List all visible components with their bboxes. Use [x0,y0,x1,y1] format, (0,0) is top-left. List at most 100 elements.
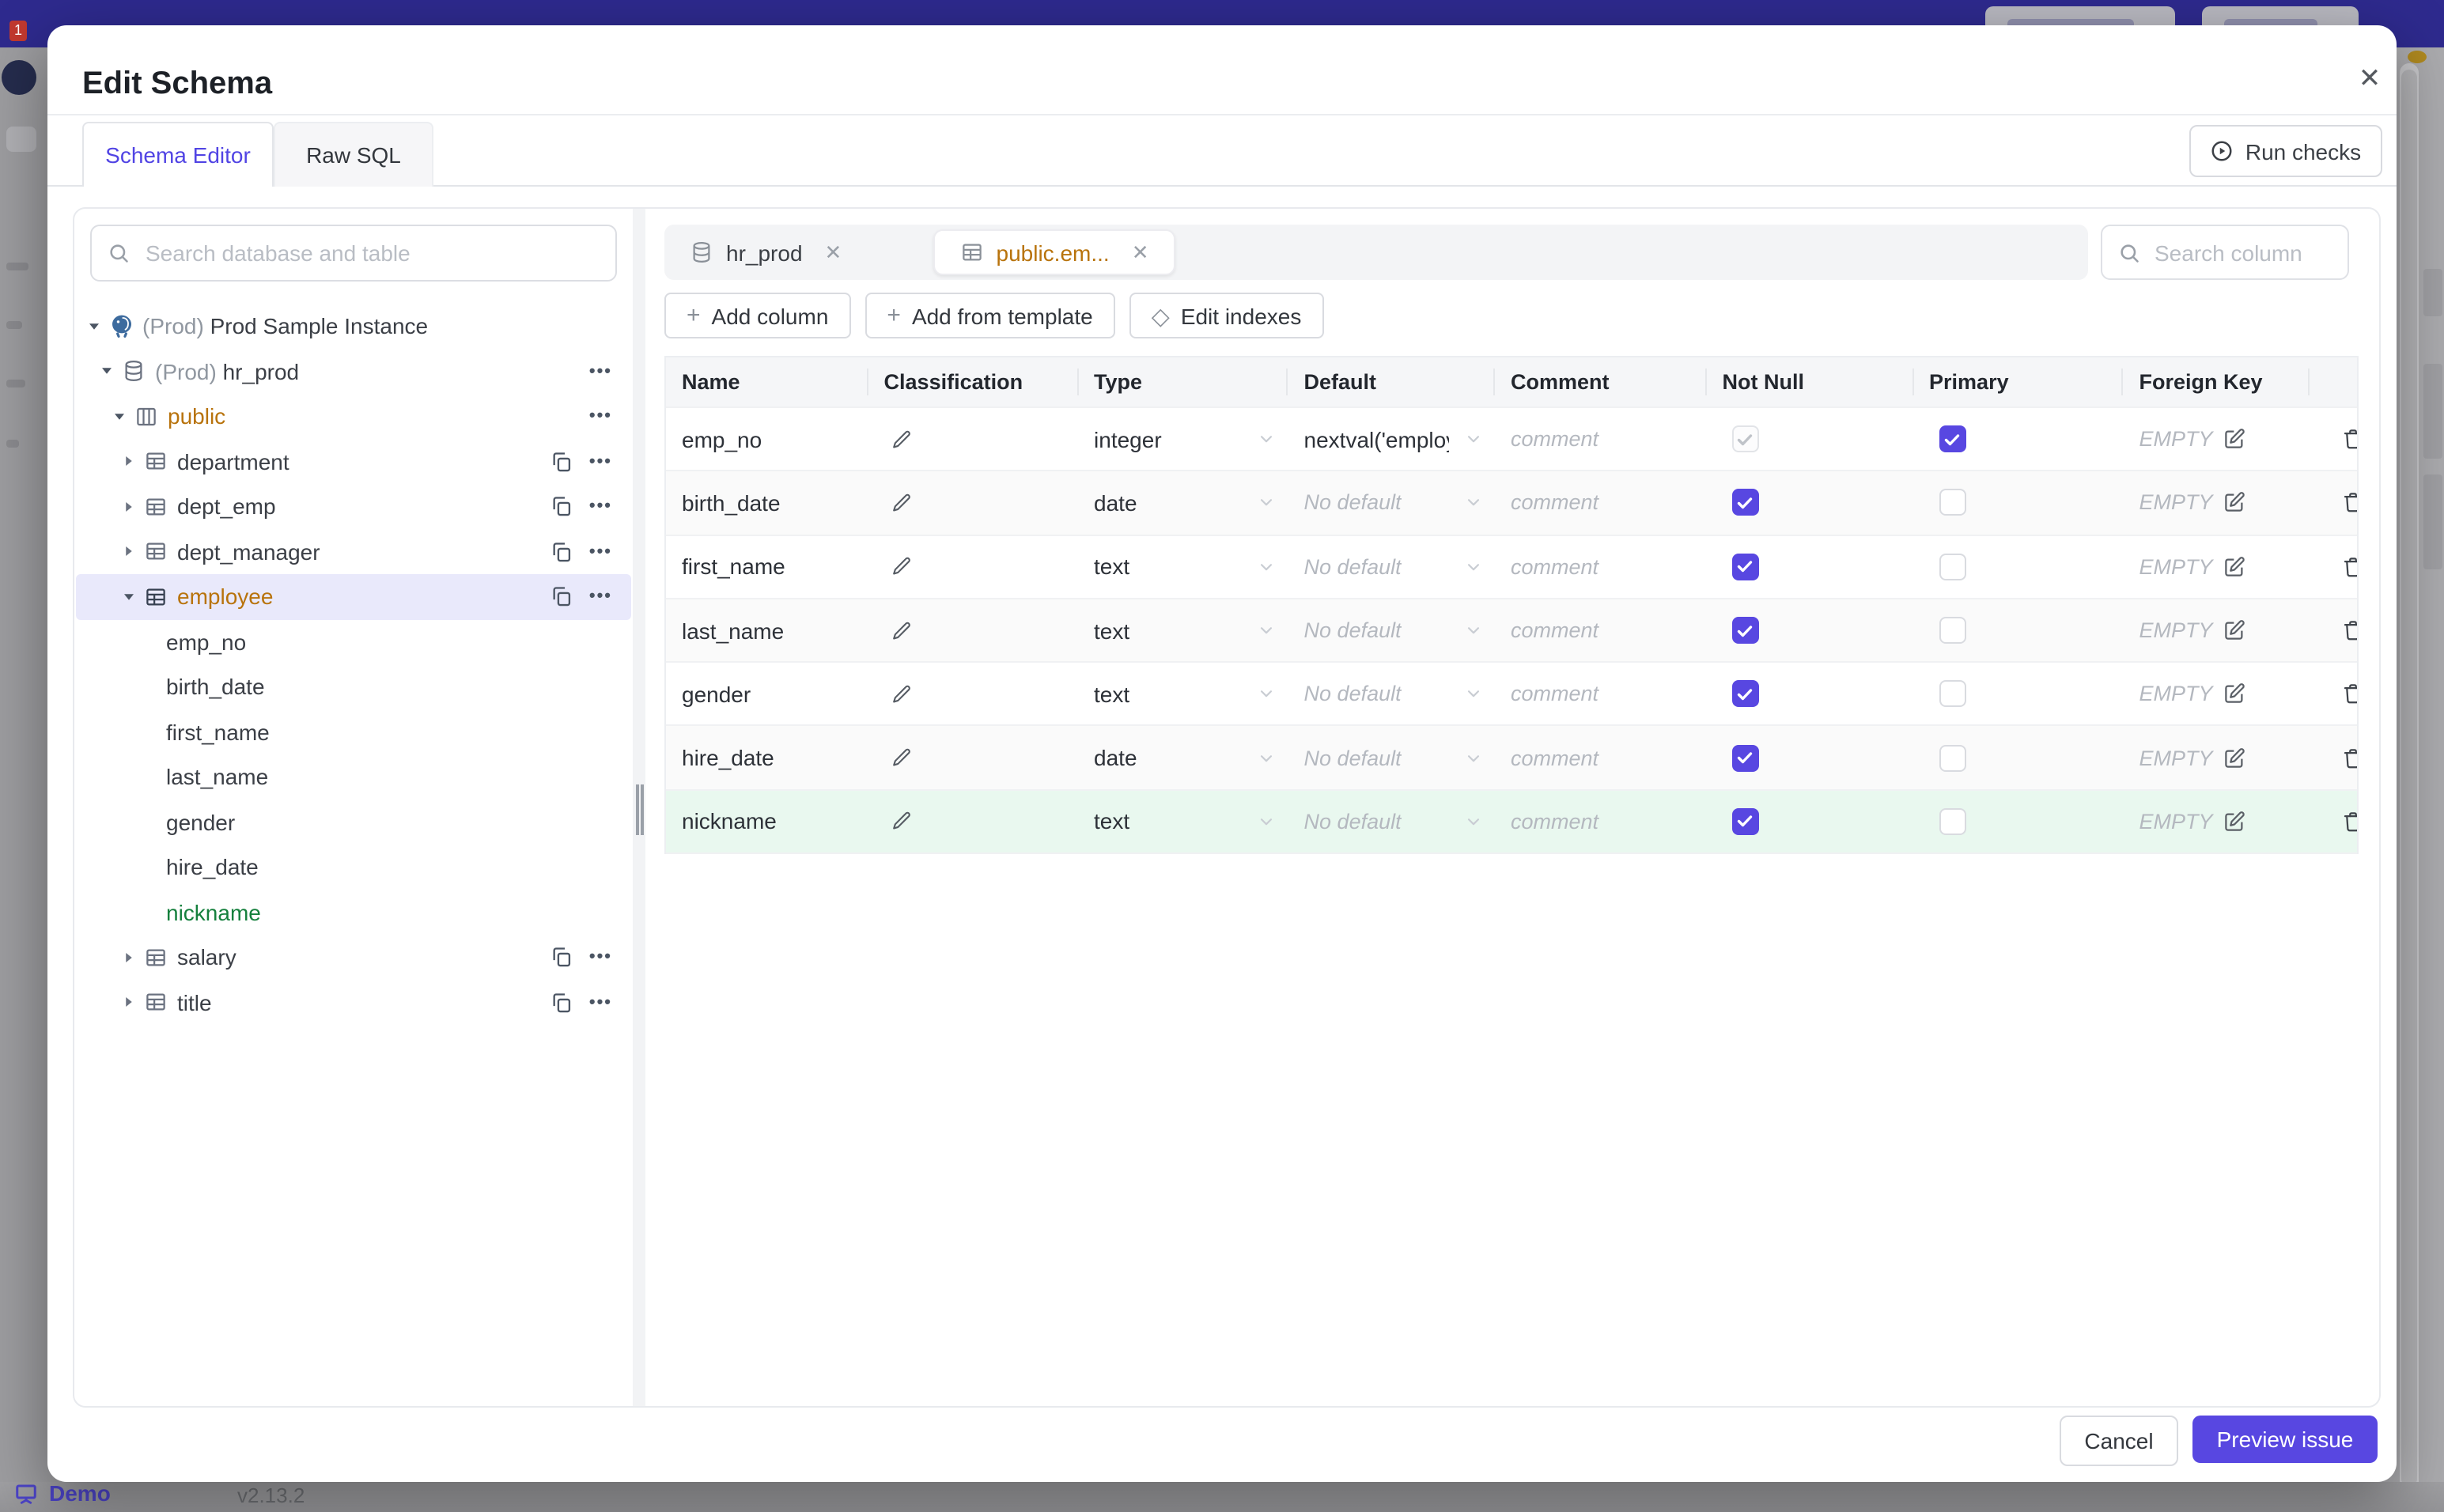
tab-raw-sql[interactable]: Raw SQL [274,122,433,187]
primary-checkbox[interactable] [1939,425,1966,453]
chevron-right-icon[interactable] [117,455,139,469]
edit-foreign-key-icon[interactable] [2223,810,2246,833]
tree-item-employee[interactable]: employee ••• [76,574,631,619]
delete-column-icon[interactable] [2341,491,2357,515]
edit-classification-icon[interactable] [891,555,913,577]
editor-tab-hr_prod[interactable]: hr_prod ✕ [674,225,943,280]
edit-classification-icon[interactable] [891,428,913,450]
close-icon[interactable]: ✕ [2344,54,2395,104]
cell-default[interactable]: No default [1288,491,1496,515]
tree-item-hr_prod[interactable]: (Prod) hr_prod ••• [76,349,631,394]
not-null-checkbox[interactable] [1731,617,1759,644]
chevron-down-icon[interactable] [82,319,104,334]
cell-default[interactable]: No default [1288,746,1496,769]
copy-icon[interactable] [551,541,573,563]
edit-classification-icon[interactable] [891,492,913,514]
panel-resize-handle[interactable] [633,209,645,1406]
run-checks-button[interactable]: Run checks [2189,125,2382,177]
cell-type[interactable]: text [1078,682,1288,707]
delete-column-icon[interactable] [2341,810,2357,833]
edit-foreign-key-icon[interactable] [2223,746,2246,769]
delete-column-icon[interactable] [2341,554,2357,578]
tree-item-nickname[interactable]: nickname [76,890,631,935]
chevron-right-icon[interactable] [117,996,139,1010]
editor-tab-public.em...[interactable]: public.em... ✕ [933,229,1175,275]
delete-column-icon[interactable] [2341,682,2357,706]
edit-indexes-button[interactable]: ◇ Edit indexes [1129,293,1324,338]
tree-item-department[interactable]: department ••• [76,439,631,484]
delete-column-icon[interactable] [2341,618,2357,642]
cell-type[interactable]: text [1078,554,1288,579]
primary-checkbox[interactable] [1939,807,1966,835]
not-null-checkbox[interactable] [1731,680,1759,708]
close-tab-icon[interactable]: ✕ [1132,240,1149,265]
edit-foreign-key-icon[interactable] [2223,618,2246,642]
cell-comment[interactable]: comment [1495,618,1707,642]
cell-type[interactable]: date [1078,490,1288,516]
not-null-checkbox[interactable] [1731,425,1759,453]
not-null-checkbox[interactable] [1731,489,1759,516]
more-actions-icon[interactable]: ••• [589,408,612,425]
edit-foreign-key-icon[interactable] [2223,682,2246,706]
chevron-down-icon[interactable] [95,365,117,379]
add-from-template-button[interactable]: + Add from template [864,293,1115,338]
tree-item-emp_no[interactable]: emp_no [76,619,631,664]
cell-default[interactable]: nextval('employ [1288,426,1496,452]
add-column-button[interactable]: + Add column [664,293,851,338]
cell-comment[interactable]: comment [1495,427,1707,451]
primary-checkbox[interactable] [1939,680,1966,708]
cell-type[interactable]: text [1078,809,1288,834]
not-null-checkbox[interactable] [1731,807,1759,835]
copy-icon[interactable] [551,451,573,473]
tree-item-first_name[interactable]: first_name [76,709,631,754]
not-null-checkbox[interactable] [1731,744,1759,772]
cell-default[interactable]: No default [1288,810,1496,833]
edit-foreign-key-icon[interactable] [2223,491,2246,515]
page-scrollbar-thumb[interactable] [2401,70,2417,1487]
chevron-down-icon[interactable] [108,410,130,424]
cell-default[interactable]: No default [1288,682,1496,706]
tree-item-dept_manager[interactable]: dept_manager ••• [76,529,631,574]
cell-comment[interactable]: comment [1495,810,1707,833]
primary-checkbox[interactable] [1939,744,1966,772]
close-tab-icon[interactable]: ✕ [825,240,842,265]
edit-classification-icon[interactable] [891,683,913,705]
copy-icon[interactable] [551,586,573,608]
tab-schema-editor[interactable]: Schema Editor [82,122,274,187]
cell-type[interactable]: text [1078,618,1288,643]
copy-icon[interactable] [551,947,573,969]
chevron-right-icon[interactable] [117,500,139,514]
delete-column-icon[interactable] [2341,427,2357,451]
more-actions-icon[interactable]: ••• [589,498,612,516]
cell-comment[interactable]: comment [1495,491,1707,515]
more-actions-icon[interactable]: ••• [589,453,612,471]
edit-classification-icon[interactable] [891,747,913,769]
tree-item-salary[interactable]: salary ••• [76,935,631,980]
tree-item-hire_date[interactable]: hire_date [76,845,631,890]
cell-comment[interactable]: comment [1495,682,1707,706]
primary-checkbox[interactable] [1939,617,1966,644]
copy-icon[interactable] [551,992,573,1014]
primary-checkbox[interactable] [1939,489,1966,516]
primary-checkbox[interactable] [1939,553,1966,580]
tree-item-last_name[interactable]: last_name [76,754,631,799]
tree-item-dept_emp[interactable]: dept_emp ••• [76,484,631,529]
chevron-down-icon[interactable] [117,590,139,604]
preview-issue-button[interactable]: Preview issue [2192,1416,2378,1463]
tree-item-public[interactable]: public ••• [76,394,631,439]
more-actions-icon[interactable]: ••• [589,994,612,1011]
tree-item-ProdSampleInstance[interactable]: (Prod) Prod Sample Instance [76,304,631,349]
edit-foreign-key-icon[interactable] [2223,554,2246,578]
tree-item-birth_date[interactable]: birth_date [76,664,631,709]
cell-comment[interactable]: comment [1495,554,1707,578]
edit-foreign-key-icon[interactable] [2223,427,2246,451]
copy-icon[interactable] [551,496,573,518]
delete-column-icon[interactable] [2341,746,2357,769]
tree-item-title[interactable]: title ••• [76,980,631,1025]
tree-item-gender[interactable]: gender [76,799,631,845]
column-search-input[interactable] [2151,238,2332,266]
cell-type[interactable]: date [1078,745,1288,770]
cell-default[interactable]: No default [1288,618,1496,642]
not-null-checkbox[interactable] [1731,553,1759,580]
cell-comment[interactable]: comment [1495,746,1707,769]
